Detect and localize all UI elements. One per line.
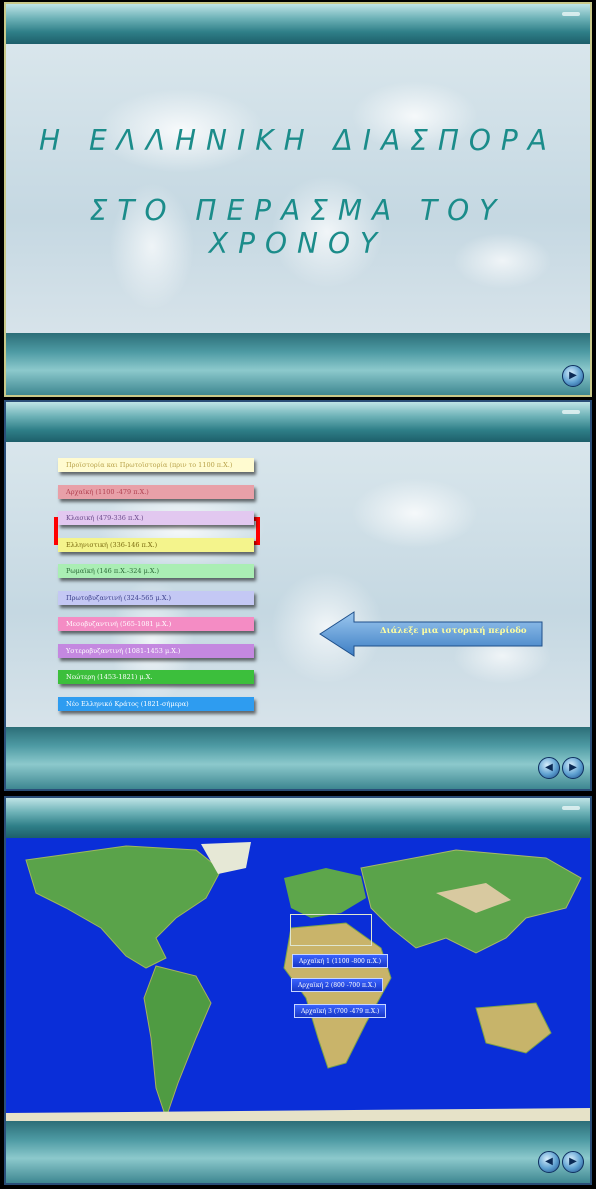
corner-mark-icon	[562, 12, 580, 16]
archaic-subperiod-button[interactable]: Αρχαϊκή 1 (1100 -800 π.Χ.)	[292, 954, 389, 968]
period-button[interactable]: Αρχαϊκή (1100 -479 π.Χ.)	[58, 484, 254, 499]
bottom-bar: ◀ ▶	[6, 727, 590, 789]
archaic-subperiod-button[interactable]: Αρχαϊκή 2 (800 -700 π.Χ.)	[291, 978, 384, 992]
period-button[interactable]: Προϊστορία και Πρωτοϊστορία (πριν το 110…	[58, 458, 254, 472]
title-line-2: ΣΤΟ ΠΕΡΑΣΜΑ ΤΟΥ ΧΡΟΝΟΥ	[89, 194, 507, 260]
choose-period-arrow: Διάλεξε μια ιστορική περίοδο	[318, 610, 546, 658]
top-bar	[6, 402, 590, 442]
top-bar	[6, 798, 590, 838]
world-map: Αρχαϊκή 1 (1100 -800 π.Χ.) Αρχαϊκή 2 (800…	[6, 838, 590, 1125]
australia-landmass	[475, 1002, 552, 1054]
archaic-map-slide: Αρχαϊκή 1 (1100 -800 π.Χ.) Αρχαϊκή 2 (800…	[4, 796, 592, 1185]
title-slide: Η ΕΛΛΗΝΙΚΗ ΔΙΑΣΠΟΡΑ ΣΤΟ ΠΕΡΑΣΜΑ ΤΟΥ ΧΡΟΝ…	[4, 2, 592, 397]
choose-period-label: Διάλεξε μια ιστορική περίοδο	[380, 626, 527, 636]
next-circle-icon[interactable]: ▶	[562, 757, 584, 779]
period-button[interactable]: Κλασική (479-336 π.Χ.)	[58, 511, 254, 525]
period-selection-slide: Διάλεξε μια ιστορική περίοδο Προϊστορία …	[4, 400, 592, 791]
south-america-landmass	[143, 965, 212, 1120]
next-circle-icon[interactable]: ▶	[562, 365, 584, 387]
bottom-bar: ▶	[6, 333, 590, 395]
bottom-bar: ◀ ▶	[6, 1121, 590, 1183]
period-button[interactable]: Νεώτερη (1453-1821) μ.Χ.	[58, 670, 254, 684]
previous-circle-icon[interactable]: ◀	[538, 1151, 560, 1173]
world-map-background: Διάλεξε μια ιστορική περίοδο Προϊστορία …	[6, 442, 590, 727]
north-america-landmass	[25, 845, 222, 969]
archaic-subperiod-button[interactable]: Αρχαϊκή 3 (700 -479 π.Χ.)	[294, 1004, 387, 1018]
mediterranean-region-box[interactable]	[290, 914, 372, 946]
period-button[interactable]: Ρωμαϊκή (146 π.Χ.-324 μ.Χ.)	[58, 564, 254, 578]
period-button[interactable]: Πρωτοβυζαντινή (324-565 μ.Χ.)	[58, 590, 254, 605]
title-line-1: Η ΕΛΛΗΝΙΚΗ ΔΙΑΣΠΟΡΑ	[39, 124, 557, 157]
world-map-background: Η ΕΛΛΗΝΙΚΗ ΔΙΑΣΠΟΡΑ ΣΤΟ ΠΕΡΑΣΜΑ ΤΟΥ ΧΡΟΝ…	[6, 44, 590, 333]
corner-mark-icon	[562, 806, 580, 810]
previous-circle-icon[interactable]: ◀	[538, 757, 560, 779]
top-bar	[6, 4, 590, 44]
period-button[interactable]: Μεσοβυζαντινή (565-1081 μ.Χ.)	[58, 617, 254, 631]
next-circle-icon[interactable]: ▶	[562, 1151, 584, 1173]
period-button[interactable]: Ελληνιστική (336-146 π.Χ.)	[58, 537, 254, 552]
period-button[interactable]: Νέο Ελληνικό Κράτος (1821-σήμερα)	[58, 696, 254, 711]
period-button[interactable]: Υστεροβυζαντινή (1081-1453 μ.Χ.)	[58, 643, 254, 658]
europe-landmass	[284, 868, 366, 918]
corner-mark-icon	[562, 410, 580, 414]
